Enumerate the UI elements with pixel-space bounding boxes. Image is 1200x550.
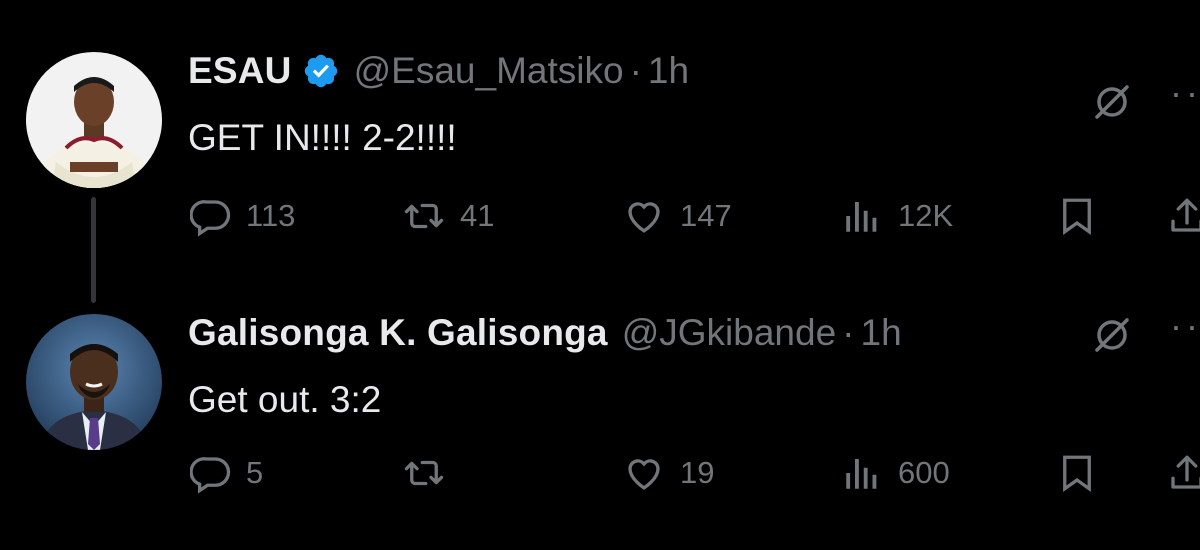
share-icon [1171,455,1200,489]
retweet-button[interactable]: 41 [402,195,494,237]
like-icon [628,202,660,233]
retweet-icon [404,203,444,229]
avatar-image [26,314,162,450]
avatar[interactable] [26,314,162,450]
grok-icon[interactable] [1092,315,1132,355]
like-count: 147 [680,198,732,233]
reply-count: 5 [246,455,264,490]
grok-icon[interactable] [1092,82,1132,122]
retweet-button[interactable] [402,452,460,494]
views-button[interactable]: 600 [840,452,950,494]
tweet-text: Get out. 3:2 [188,379,382,420]
user-handle[interactable]: @Esau_Matsiko [354,50,624,92]
tweet-galisonga[interactable]: Galisonga K. Galisonga @JGkibande · 1h ·… [0,300,1200,550]
display-name[interactable]: ESAU [188,50,292,92]
views-count: 12K [898,198,954,233]
avatar-image [26,52,162,188]
timestamp[interactable]: 1h [861,312,902,354]
bookmark-button[interactable] [1056,452,1112,494]
tweet-text: GET IN!!!! 2-2!!!! [188,117,457,158]
timestamp[interactable]: 1h [648,50,689,92]
reply-button[interactable]: 5 [190,452,263,494]
like-button[interactable]: 19 [622,452,714,494]
tweet-header: Galisonga K. Galisonga @JGkibande · 1h [188,312,902,354]
bookmark-icon [1063,198,1091,235]
verified-badge-icon[interactable] [302,52,340,90]
share-button[interactable] [1166,195,1200,237]
reply-icon [190,200,231,237]
views-button[interactable]: 12K [840,195,953,237]
views-icon [846,459,877,489]
like-icon [628,459,660,490]
separator-dot: · [842,312,855,353]
avatar[interactable] [26,52,162,188]
reply-count: 113 [246,198,296,233]
more-options-icon[interactable]: ·· [1170,72,1200,114]
views-count: 600 [898,455,950,490]
tweet-header: ESAU @Esau_Matsiko · 1h [188,50,689,92]
share-icon [1171,198,1200,232]
tweet-esau[interactable]: ESAU @Esau_Matsiko · 1h ·· GET IN!!!! 2-… [0,0,1200,300]
separator-dot: · [629,50,642,91]
reply-button[interactable]: 113 [190,195,295,237]
retweet-icon [404,460,444,486]
views-icon [846,202,877,232]
display-name[interactable]: Galisonga K. Galisonga [188,312,608,354]
like-count: 19 [680,455,715,490]
share-button[interactable] [1166,452,1200,494]
like-button[interactable]: 147 [622,195,732,237]
reply-icon [190,457,231,494]
bookmark-icon [1063,455,1091,492]
retweet-count: 41 [460,198,495,233]
bookmark-button[interactable] [1056,195,1112,237]
more-options-icon[interactable]: ·· [1170,305,1200,347]
user-handle[interactable]: @JGkibande [622,312,836,354]
